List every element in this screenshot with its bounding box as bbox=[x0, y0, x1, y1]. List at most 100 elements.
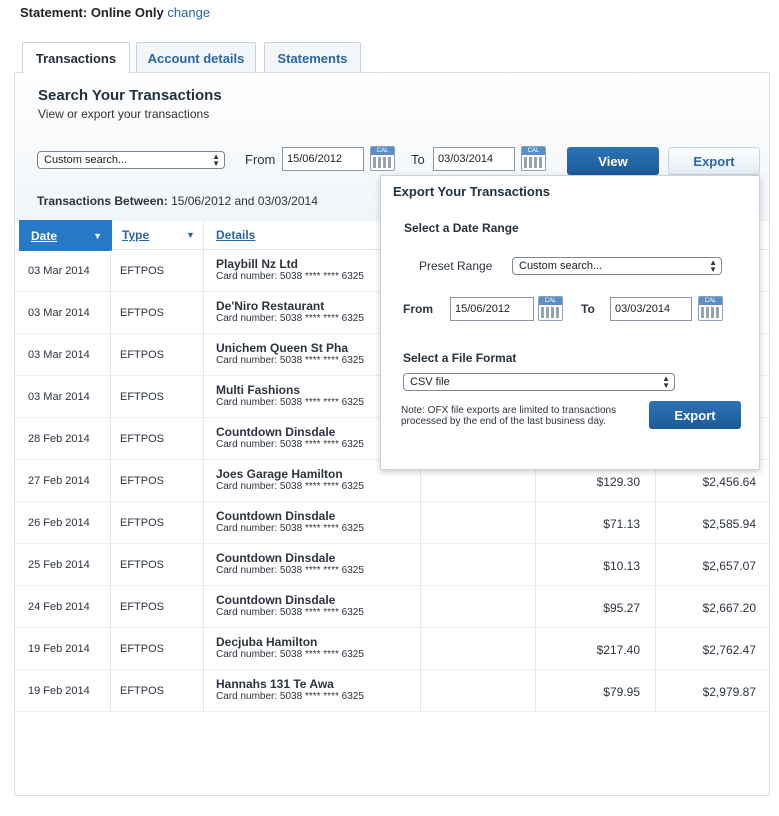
details-header-label: Details bbox=[216, 228, 256, 242]
tab-account-details[interactable]: Account details bbox=[136, 42, 256, 73]
statement-value: Online Only bbox=[90, 5, 164, 20]
search-subtitle: View or export your transactions bbox=[38, 107, 210, 121]
row-merchant: Countdown Dinsdale bbox=[216, 551, 336, 565]
between-range: 15/06/2012 and 03/03/2014 bbox=[171, 194, 318, 208]
row-card-number: Card number: 5038 **** **** 6325 bbox=[216, 313, 364, 324]
sort-down-icon[interactable]: ▼ bbox=[186, 230, 195, 240]
date-range-heading: Select a Date Range bbox=[404, 221, 519, 235]
tab-transactions[interactable]: Transactions bbox=[22, 42, 130, 74]
row-card-number: Card number: 5038 **** **** 6325 bbox=[216, 397, 364, 408]
date-header-label: Date bbox=[31, 228, 58, 243]
row-balance: $2,979.87 bbox=[702, 685, 756, 699]
preset-range-value: Custom search... bbox=[519, 260, 603, 272]
statement-change-link[interactable]: change bbox=[167, 5, 210, 20]
to-date-value: 03/03/2014 bbox=[438, 153, 494, 165]
row-type: EFTPOS bbox=[120, 559, 165, 571]
from-calendar-icon[interactable]: CAL bbox=[370, 146, 395, 171]
type-header-label: Type bbox=[122, 228, 150, 242]
export-from-date-input[interactable]: 15/06/2012 bbox=[450, 297, 534, 321]
row-merchant: Playbill Nz Ltd bbox=[216, 257, 299, 271]
row-card-number: Card number: 5038 **** **** 6325 bbox=[216, 607, 364, 618]
range-select[interactable]: Custom search... ▲ ▼ bbox=[37, 151, 225, 169]
export-to-label: To bbox=[581, 302, 595, 316]
export-from-label: From bbox=[403, 302, 433, 316]
row-card-number: Card number: 5038 **** **** 6325 bbox=[216, 565, 364, 576]
tab-statements[interactable]: Statements bbox=[264, 42, 361, 73]
row-balance: $2,585.94 bbox=[702, 517, 756, 531]
from-label: From bbox=[245, 152, 276, 167]
row-type: EFTPOS bbox=[120, 307, 165, 319]
row-balance: $2,456.64 bbox=[702, 475, 756, 489]
row-card-number: Card number: 5038 **** **** 6325 bbox=[216, 481, 364, 492]
row-date: 19 Feb 2014 bbox=[28, 643, 90, 655]
row-date: 03 Mar 2014 bbox=[28, 349, 90, 361]
export-to-date-value: 03/03/2014 bbox=[615, 303, 671, 315]
row-balance: $2,667.20 bbox=[702, 601, 756, 615]
cal-grid bbox=[701, 307, 720, 318]
to-label: To bbox=[411, 152, 425, 167]
cal-label: CAL bbox=[539, 297, 562, 305]
row-date: 03 Mar 2014 bbox=[28, 307, 90, 319]
column-header-date[interactable]: Date ▼ bbox=[19, 220, 112, 251]
to-calendar-icon[interactable]: CAL bbox=[521, 146, 546, 171]
cal-grid bbox=[373, 157, 392, 168]
row-card-number: Card number: 5038 **** **** 6325 bbox=[216, 649, 364, 660]
file-format-heading: Select a File Format bbox=[403, 351, 517, 365]
export-button[interactable]: Export bbox=[668, 147, 760, 175]
row-amount: $217.40 bbox=[596, 643, 640, 657]
select-arrows-icon: ▲ ▼ bbox=[662, 374, 670, 390]
between-label: Transactions Between: bbox=[37, 194, 168, 208]
row-merchant: Joes Garage Hamilton bbox=[216, 467, 343, 481]
export-from-date-value: 15/06/2012 bbox=[455, 303, 511, 315]
row-amount: $95.27 bbox=[603, 601, 640, 615]
view-button[interactable]: View bbox=[567, 147, 659, 175]
tab-account-details-label: Account details bbox=[147, 50, 245, 66]
file-format-select[interactable]: CSV file ▲ ▼ bbox=[403, 373, 675, 391]
file-format-value: CSV file bbox=[410, 376, 450, 388]
row-card-number: Card number: 5038 **** **** 6325 bbox=[216, 523, 364, 534]
tab-transactions-label: Transactions bbox=[35, 51, 117, 66]
row-merchant: Countdown Dinsdale bbox=[216, 509, 336, 523]
row-type: EFTPOS bbox=[120, 265, 165, 277]
row-type: EFTPOS bbox=[120, 349, 165, 361]
export-from-calendar-icon[interactable]: CAL bbox=[538, 296, 563, 321]
row-merchant: Multi Fashions bbox=[216, 383, 300, 397]
from-date-input[interactable]: 15/06/2012 bbox=[282, 147, 364, 171]
row-merchant: Decjuba Hamilton bbox=[216, 635, 318, 649]
cal-label: CAL bbox=[522, 147, 545, 155]
row-card-number: Card number: 5038 **** **** 6325 bbox=[216, 355, 364, 366]
preset-range-select[interactable]: Custom search... ▲ ▼ bbox=[512, 257, 722, 275]
cal-label: CAL bbox=[371, 147, 394, 155]
row-card-number: Card number: 5038 **** **** 6325 bbox=[216, 271, 364, 282]
preset-range-label: Preset Range bbox=[419, 259, 493, 273]
row-amount: $129.30 bbox=[596, 475, 640, 489]
row-merchant: Countdown Dinsdale bbox=[216, 425, 336, 439]
row-type: EFTPOS bbox=[120, 391, 165, 403]
row-type: EFTPOS bbox=[120, 643, 165, 655]
row-date: 24 Feb 2014 bbox=[28, 601, 90, 613]
transactions-between: Transactions Between: 15/06/2012 and 03/… bbox=[37, 194, 318, 208]
tab-statements-label: Statements bbox=[277, 50, 348, 66]
row-card-number: Card number: 5038 **** **** 6325 bbox=[216, 439, 364, 450]
row-date: 03 Mar 2014 bbox=[28, 265, 90, 277]
range-select-value: Custom search... bbox=[44, 154, 128, 166]
export-to-calendar-icon[interactable]: CAL bbox=[698, 296, 723, 321]
row-date: 26 Feb 2014 bbox=[28, 517, 90, 529]
row-merchant: De'Niro Restaurant bbox=[216, 299, 325, 313]
export-confirm-button[interactable]: Export bbox=[649, 401, 741, 429]
sort-down-icon: ▼ bbox=[93, 230, 102, 241]
cal-label: CAL bbox=[699, 297, 722, 305]
select-arrows-icon: ▲ ▼ bbox=[212, 152, 220, 168]
row-type: EFTPOS bbox=[120, 685, 165, 697]
export-to-date-input[interactable]: 03/03/2014 bbox=[610, 297, 692, 321]
column-header-type[interactable]: Type bbox=[122, 228, 149, 242]
to-date-input[interactable]: 03/03/2014 bbox=[433, 147, 515, 171]
search-title: Search Your Transactions bbox=[38, 87, 222, 104]
row-merchant: Hannahs 131 Te Awa bbox=[216, 677, 334, 691]
row-date: 19 Feb 2014 bbox=[28, 685, 90, 697]
row-balance: $2,657.07 bbox=[702, 559, 756, 573]
export-popup: Export Your Transactions Select a Date R… bbox=[380, 175, 760, 470]
row-merchant: Unichem Queen St Pha bbox=[216, 341, 349, 355]
row-type: EFTPOS bbox=[120, 475, 165, 487]
column-header-details[interactable]: Details bbox=[216, 228, 255, 242]
